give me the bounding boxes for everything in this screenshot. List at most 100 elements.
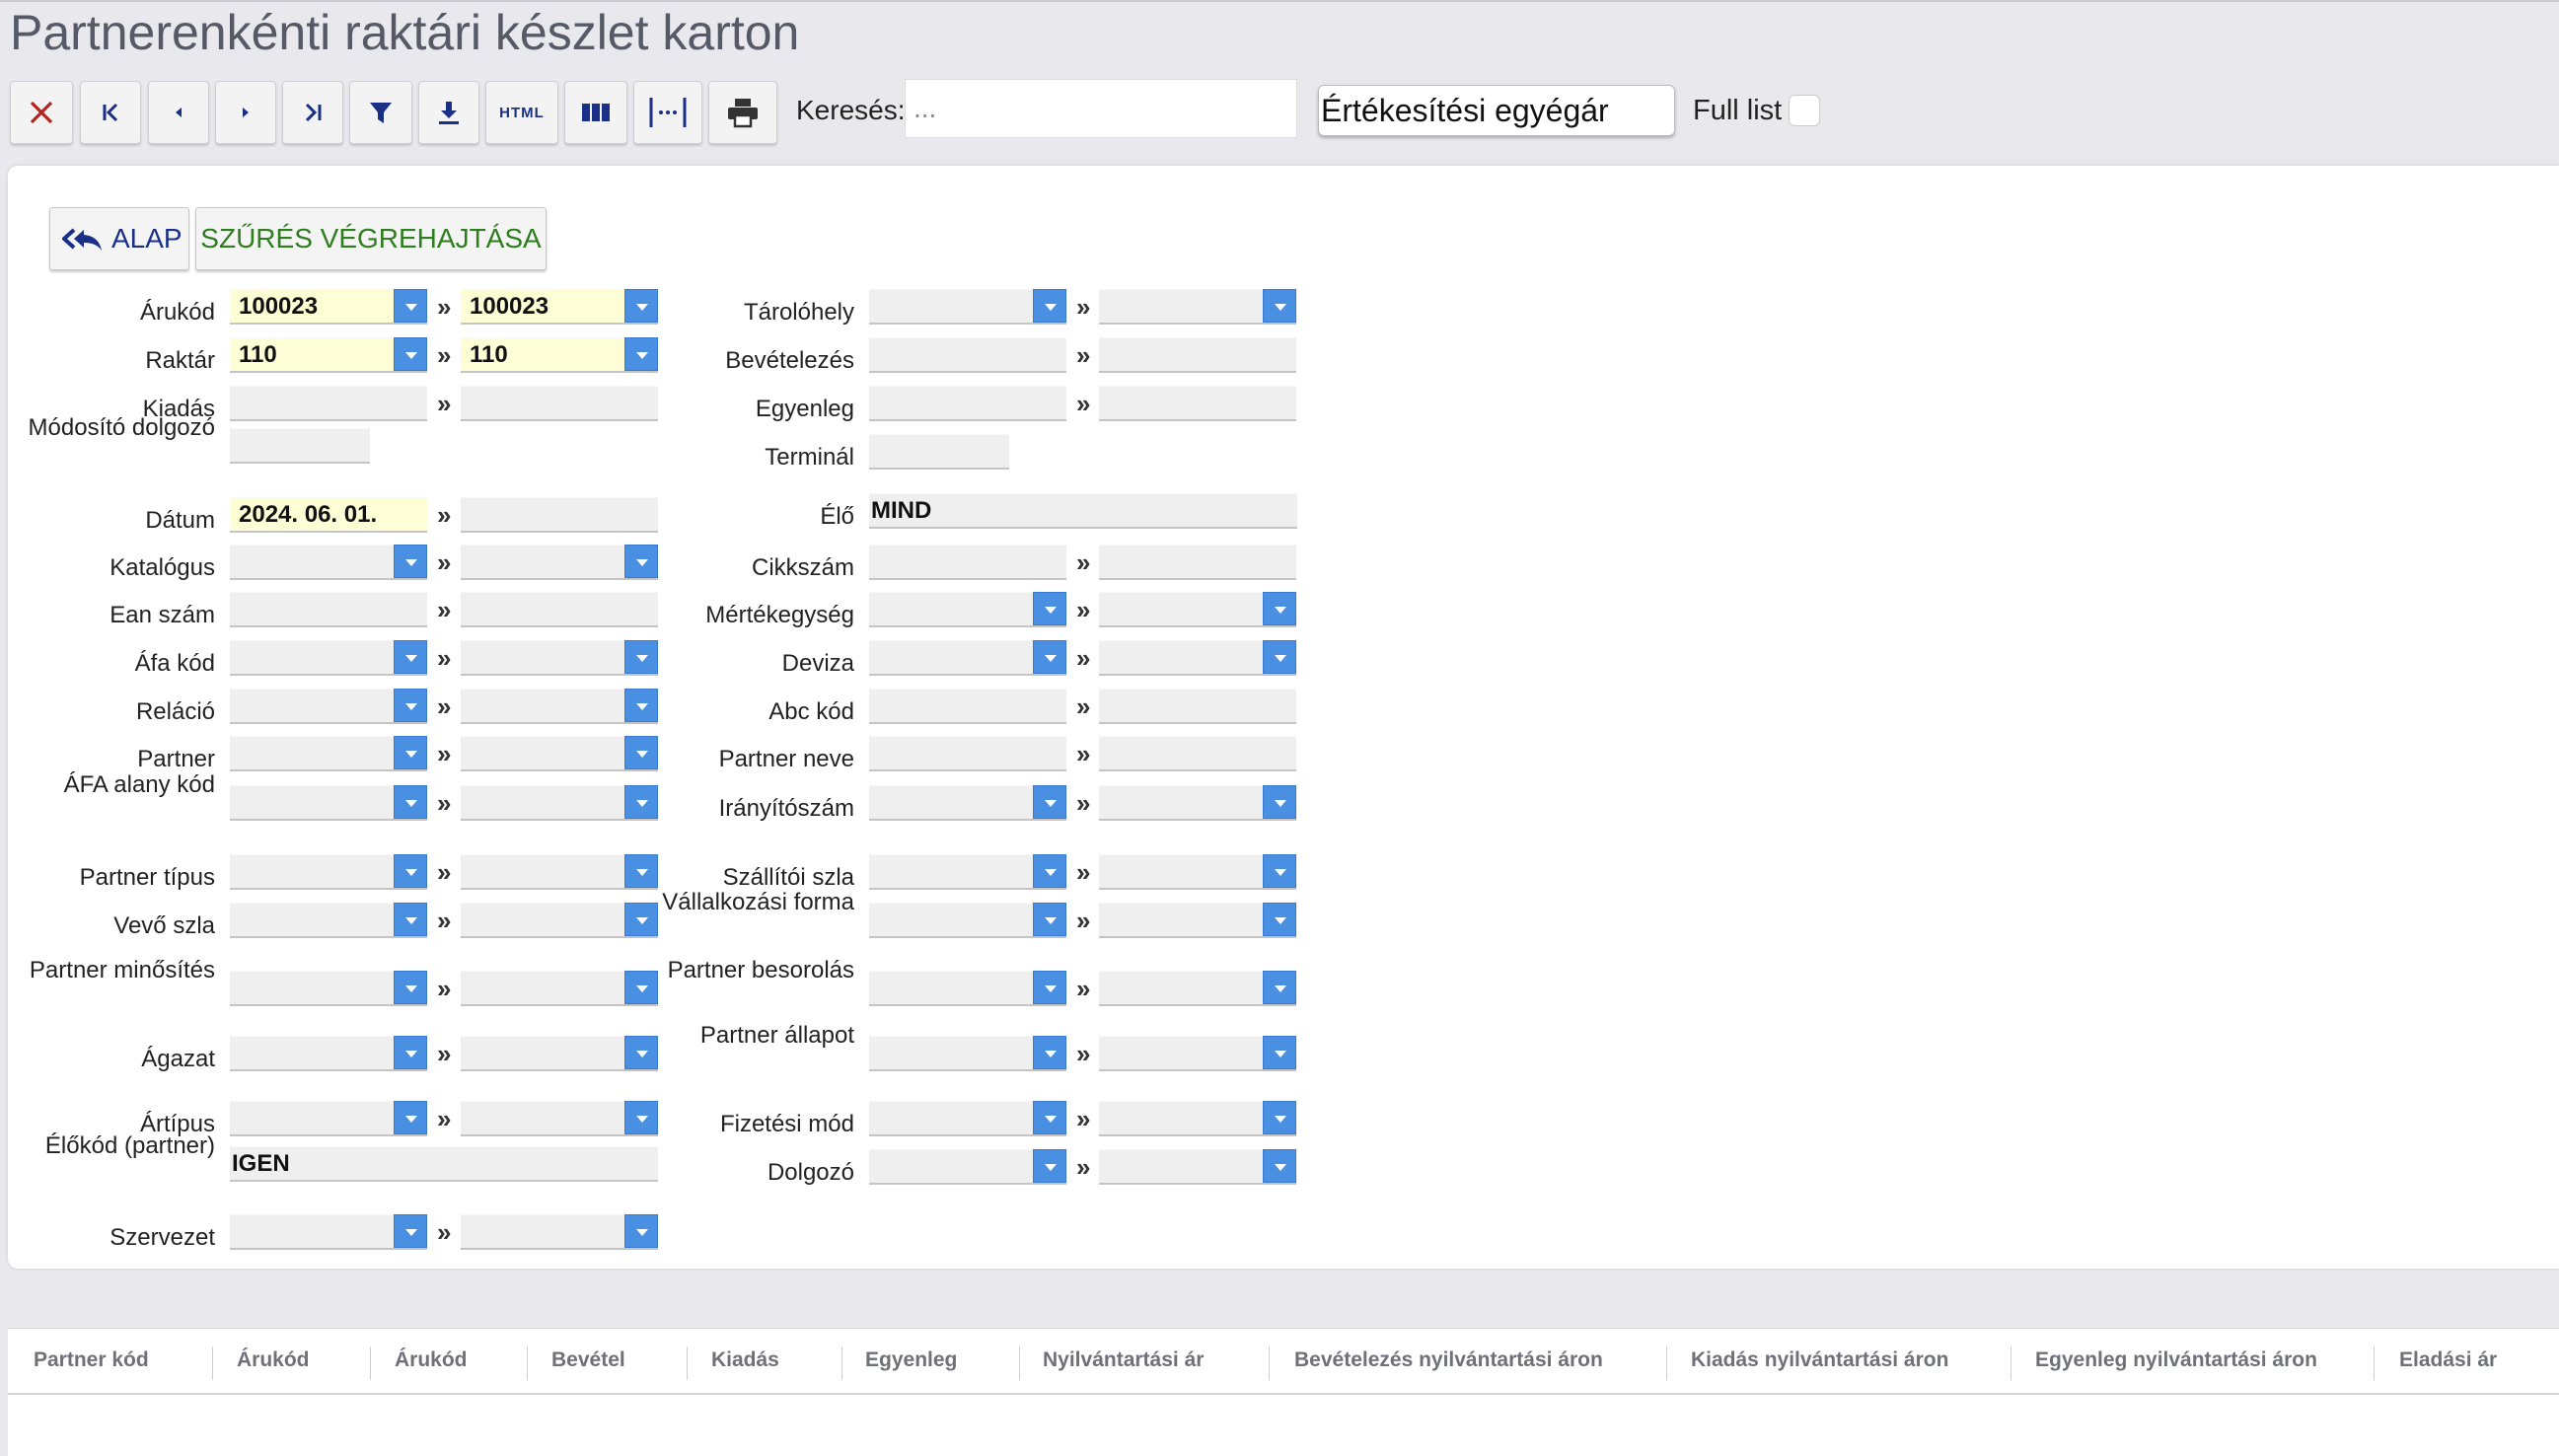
range-from-input[interactable] (869, 434, 1009, 470)
range-from-input[interactable] (869, 545, 1066, 580)
column-header[interactable]: Egyenleg (865, 1348, 957, 1372)
chevron-down-icon[interactable] (1263, 1036, 1296, 1069)
range-to-input[interactable] (1099, 386, 1296, 421)
column-header[interactable]: Partner kód (34, 1348, 149, 1372)
range-from-input[interactable] (869, 640, 1066, 676)
column-divider[interactable] (1666, 1347, 1667, 1380)
range-from-input[interactable] (230, 903, 427, 938)
range-from-input[interactable] (869, 289, 1066, 325)
column-divider[interactable] (370, 1347, 371, 1380)
prev-button[interactable] (148, 81, 209, 144)
chevron-down-icon[interactable] (394, 854, 427, 888)
range-to-input[interactable] (1099, 1036, 1296, 1071)
range-from-input[interactable] (230, 971, 427, 1006)
chevron-down-icon[interactable] (1033, 903, 1066, 936)
range-to-input[interactable] (1099, 689, 1296, 724)
chevron-down-icon[interactable] (394, 903, 427, 936)
chevron-down-icon[interactable] (1263, 640, 1296, 674)
range-from-input[interactable] (230, 689, 427, 724)
chevron-down-icon[interactable] (1033, 289, 1066, 323)
chevron-down-icon[interactable] (1033, 971, 1066, 1004)
column-divider[interactable] (1269, 1347, 1270, 1380)
column-header[interactable]: Bevételezés nyilvántartási áron (1294, 1348, 1603, 1372)
column-header[interactable]: Eladási ár (2399, 1348, 2497, 1372)
column-header[interactable]: Árukód (395, 1348, 468, 1372)
range-from-input[interactable] (230, 1036, 427, 1071)
range-to-input[interactable] (1099, 337, 1296, 373)
range-from-input[interactable] (230, 640, 427, 676)
range-to-input[interactable] (1099, 785, 1296, 821)
columns-button[interactable] (564, 81, 627, 144)
range-to-input[interactable] (1099, 640, 1296, 676)
column-header[interactable]: Nyilvántartási ár (1043, 1348, 1204, 1372)
chevron-down-icon[interactable] (394, 736, 427, 769)
column-width-button[interactable] (633, 81, 702, 144)
range-from-input[interactable]: 110 (230, 337, 427, 373)
chevron-down-icon[interactable] (394, 689, 427, 722)
chevron-down-icon[interactable] (394, 1214, 427, 1248)
chevron-down-icon[interactable] (394, 1101, 427, 1134)
chevron-down-icon[interactable] (1033, 592, 1066, 625)
range-from-input[interactable] (230, 386, 427, 421)
column-divider[interactable] (527, 1347, 528, 1380)
column-divider[interactable] (1019, 1347, 1020, 1380)
range-to-input[interactable] (1099, 1101, 1296, 1136)
chevron-down-icon[interactable] (1263, 903, 1296, 936)
download-button[interactable] (418, 81, 479, 144)
html-button[interactable]: HTML (485, 81, 558, 144)
column-divider[interactable] (687, 1347, 688, 1380)
chevron-down-icon[interactable] (394, 289, 427, 323)
search-input[interactable]: ... (905, 79, 1297, 138)
range-from-input[interactable] (230, 545, 427, 580)
range-from-input[interactable] (869, 736, 1066, 771)
chevron-down-icon[interactable] (1033, 785, 1066, 819)
range-from-input[interactable] (230, 428, 370, 464)
chevron-down-icon[interactable] (394, 640, 427, 674)
chevron-down-icon[interactable] (1263, 1101, 1296, 1134)
execute-filter-button[interactable]: SZŰRÉS VÉGREHAJTÁSA (195, 207, 547, 270)
range-from-input[interactable] (869, 854, 1066, 890)
range-from-input[interactable] (230, 1214, 427, 1250)
chevron-down-icon[interactable] (1033, 854, 1066, 888)
range-from-input[interactable] (230, 1101, 427, 1136)
chevron-down-icon[interactable] (1263, 289, 1296, 323)
chevron-down-icon[interactable] (1263, 592, 1296, 625)
range-from-input[interactable] (230, 736, 427, 771)
chevron-down-icon[interactable] (1033, 1101, 1066, 1134)
chevron-down-icon[interactable] (394, 971, 427, 1004)
range-from-input[interactable] (869, 689, 1066, 724)
full-list-checkbox[interactable] (1789, 95, 1820, 126)
range-from-input[interactable] (869, 1149, 1066, 1185)
range-from-input[interactable] (869, 1101, 1066, 1136)
column-header[interactable]: Árukód (237, 1348, 310, 1372)
range-from-input[interactable]: 100023 (230, 289, 427, 325)
price-type-button[interactable]: Értékesítési egyégár (1318, 85, 1675, 136)
range-from-input[interactable] (230, 592, 427, 627)
range-from-input[interactable] (869, 971, 1066, 1006)
range-from-input[interactable] (869, 386, 1066, 421)
range-to-input[interactable] (1099, 592, 1296, 627)
filter-button[interactable] (349, 81, 412, 144)
range-from-input[interactable] (869, 785, 1066, 821)
column-header[interactable]: Kiadás nyilvántartási áron (1691, 1348, 1948, 1372)
chevron-down-icon[interactable] (1033, 1149, 1066, 1183)
chevron-down-icon[interactable] (1263, 971, 1296, 1004)
range-from-input[interactable] (869, 903, 1066, 938)
range-from-input[interactable] (869, 592, 1066, 627)
chevron-down-icon[interactable] (624, 1214, 658, 1248)
chevron-down-icon[interactable] (394, 337, 427, 371)
column-divider[interactable] (2374, 1347, 2375, 1380)
readonly-value-field[interactable]: IGEN (230, 1146, 658, 1182)
chevron-down-icon[interactable] (1263, 1149, 1296, 1183)
chevron-down-icon[interactable] (1033, 1036, 1066, 1069)
first-button[interactable] (80, 81, 141, 144)
range-from-input[interactable] (230, 785, 427, 821)
column-header[interactable]: Egyenleg nyilvántartási áron (2035, 1348, 2317, 1372)
range-to-input[interactable] (1099, 971, 1296, 1006)
range-to-input[interactable] (1099, 545, 1296, 580)
column-divider[interactable] (212, 1347, 213, 1380)
chevron-down-icon[interactable] (394, 785, 427, 819)
close-button[interactable] (10, 81, 73, 144)
column-header[interactable]: Kiadás (711, 1348, 779, 1372)
readonly-value-field[interactable]: MIND (869, 493, 1297, 529)
